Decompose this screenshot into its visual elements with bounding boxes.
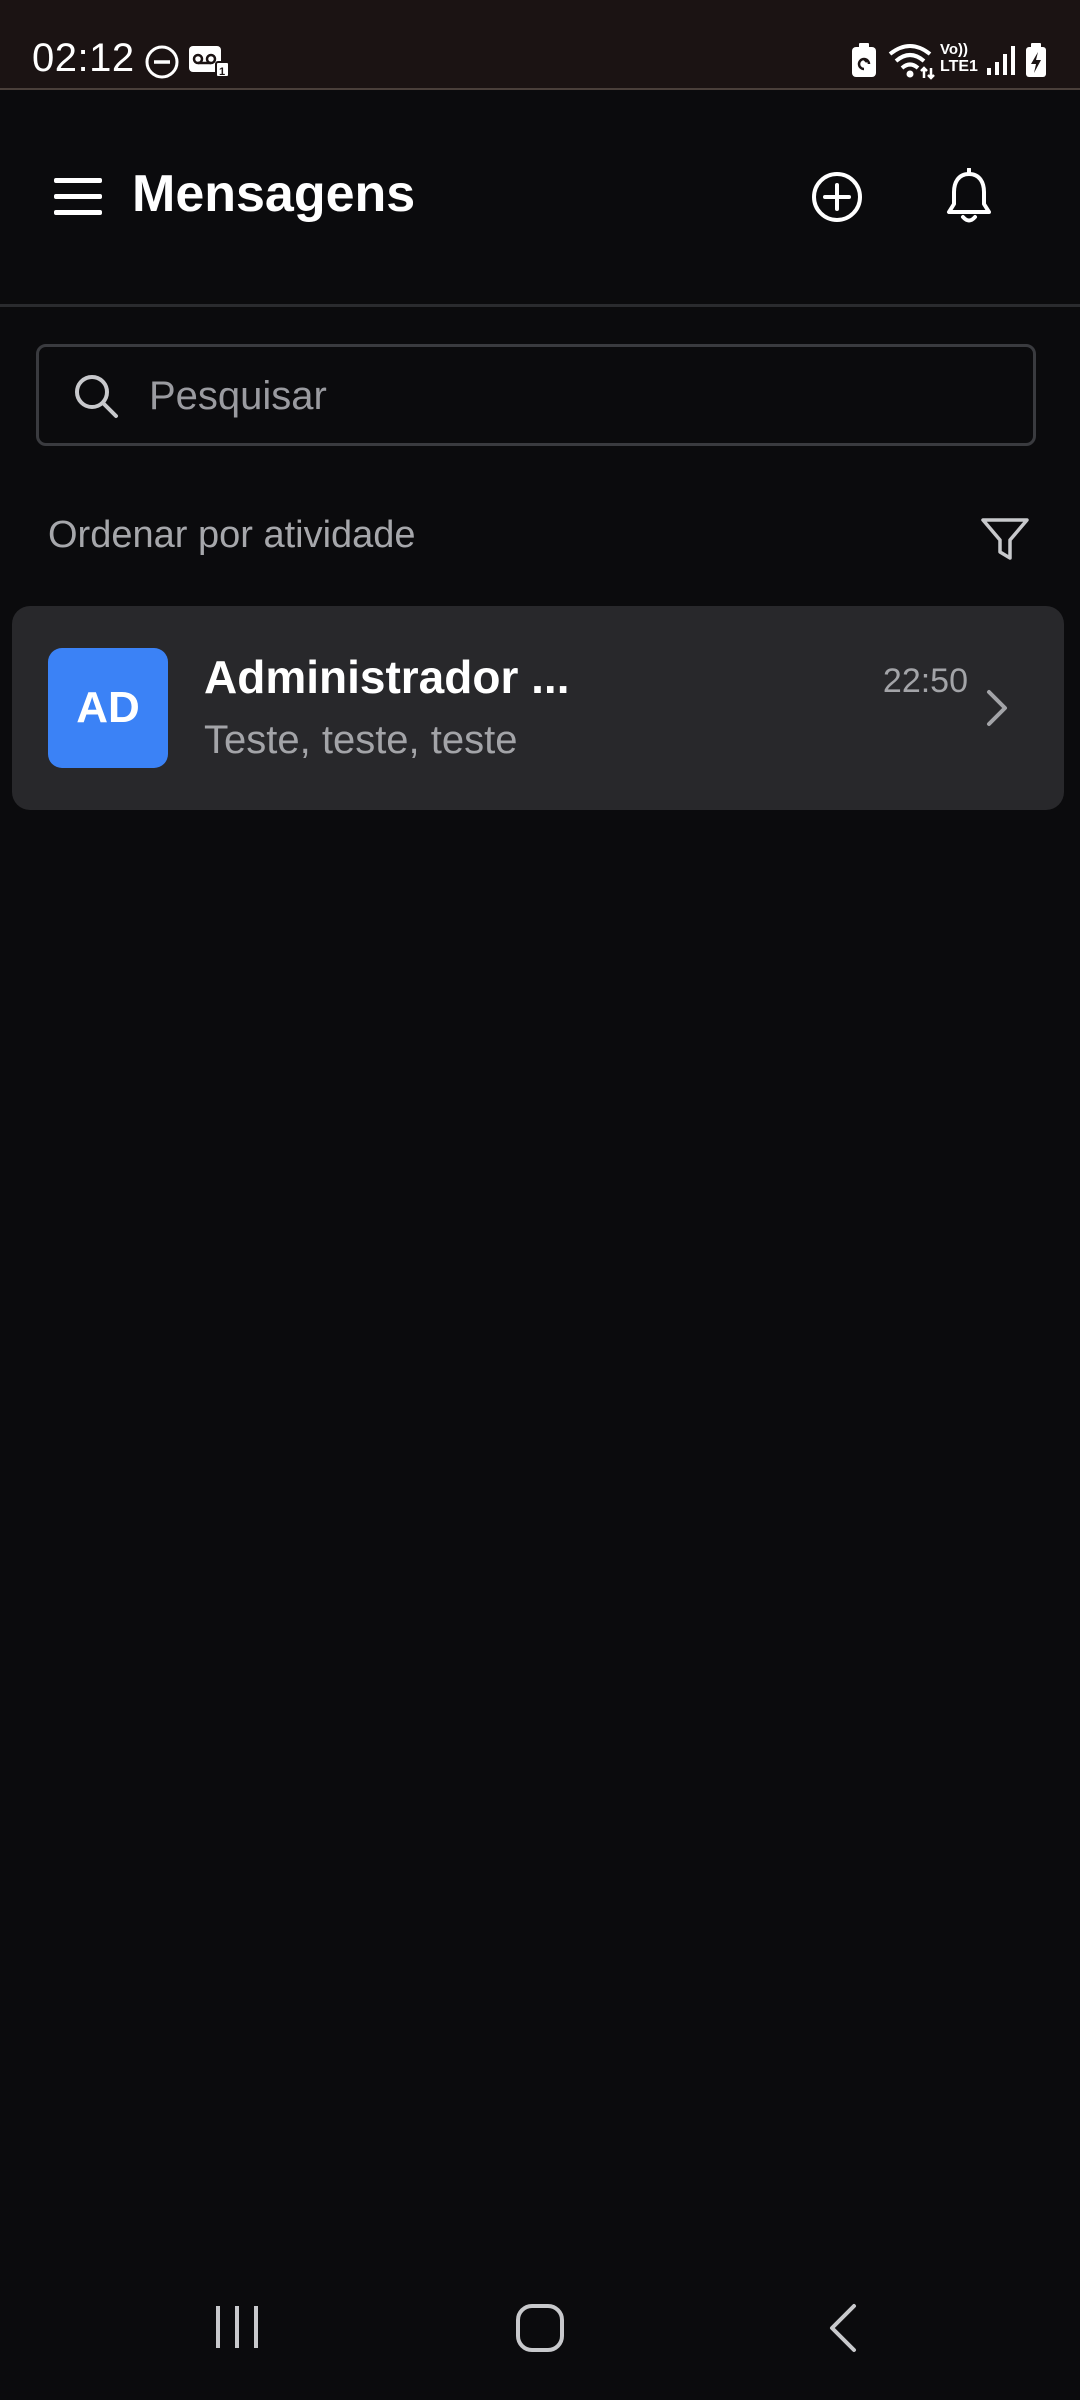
svg-text:1: 1 [219,66,225,78]
volte-icon: Vo)) LTE1 [940,42,984,80]
conversation-item[interactable]: AD Administrador ... Teste, teste, teste… [12,606,1064,810]
sort-label[interactable]: Ordenar por atividade [48,514,416,557]
menu-icon[interactable] [54,174,102,220]
battery-saver-icon [852,43,876,77]
conversation-time: 22:50 [882,662,968,700]
filter-icon[interactable] [980,516,1030,564]
do-not-disturb-icon [145,45,179,79]
system-nav-bar [0,2270,1080,2400]
lte-label: LTE1 [940,58,978,75]
avatar: AD [48,648,168,768]
app-header: Mensagens [0,90,1080,307]
wifi-icon [888,44,935,80]
add-circle-icon[interactable] [810,170,864,224]
volte-label: Vo)) [940,41,969,58]
battery-charging-icon [1026,43,1046,77]
search-input[interactable] [147,347,1011,445]
back-icon[interactable] [826,2302,860,2354]
chevron-right-icon [987,690,1007,726]
home-icon[interactable] [514,2302,566,2354]
search-box[interactable] [36,344,1036,446]
conversation-name: Administrador ... [204,651,570,703]
bell-icon[interactable] [944,168,994,226]
page-title: Mensagens [132,165,416,223]
status-time: 02:12 [32,36,135,80]
signal-icon [987,46,1015,75]
conversation-preview: Teste, teste, teste [204,718,518,762]
status-bar: 02:12 1 Vo)) LTE1 [0,0,1080,90]
recent-apps-icon[interactable] [212,2302,262,2352]
search-icon [75,375,118,418]
voicemail-icon: 1 [189,46,230,78]
